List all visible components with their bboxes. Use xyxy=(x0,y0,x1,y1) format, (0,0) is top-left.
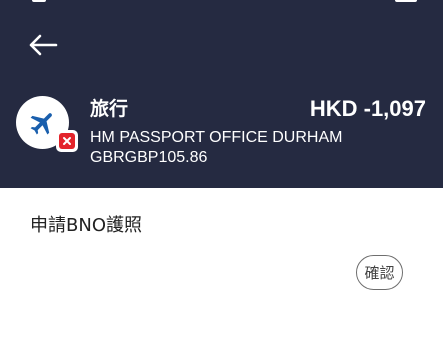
transaction-amount: HKD -1,097 xyxy=(309,96,426,121)
declined-x-icon xyxy=(63,137,71,145)
airplane-icon xyxy=(30,112,52,134)
merchant-name: HM PASSPORT OFFICE DURHAM xyxy=(90,129,343,146)
back-button[interactable] xyxy=(24,30,62,60)
arrow-left-icon xyxy=(29,34,58,56)
declined-badge xyxy=(56,130,78,152)
confirm-button[interactable]: 確認 xyxy=(356,255,403,290)
transaction-category: 旅行 xyxy=(90,98,129,120)
transaction-header: 旅行 HKD -1,097 HM PASSPORT OFFICE DURHAM … xyxy=(0,0,443,188)
transaction-note: 申請BNO護照 xyxy=(30,215,142,236)
transaction-reference: GBRGBP105.86 xyxy=(90,149,208,166)
status-bar xyxy=(0,0,443,6)
